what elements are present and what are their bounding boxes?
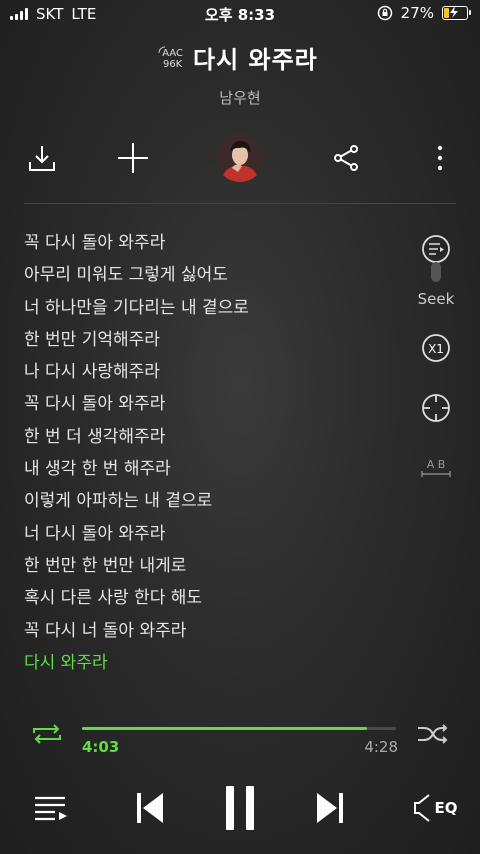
eq-icon xyxy=(413,794,430,822)
ab-repeat-icon: A B xyxy=(421,458,451,477)
ab-label: A B xyxy=(427,458,446,471)
playback-speed-icon: X1 xyxy=(422,334,450,362)
speed-button[interactable]: X1 xyxy=(412,332,460,368)
eq-label: EQ xyxy=(434,799,458,817)
stream-quality-icon xyxy=(158,46,166,53)
seek-label: Seek xyxy=(417,290,455,308)
lyric-line[interactable]: 한 번 더 생각해주라 xyxy=(24,424,404,456)
next-button[interactable] xyxy=(312,780,348,836)
album-art-button[interactable] xyxy=(216,130,264,186)
song-title: 다시 와주라 xyxy=(193,46,318,74)
action-row xyxy=(0,130,480,186)
battery-charging-icon xyxy=(442,6,471,20)
lyric-line[interactable]: 한 번만 한 번만 내게로 xyxy=(24,553,404,585)
pause-icon xyxy=(226,786,254,830)
lyric-line[interactable]: 꼭 다시 너 돌아 와주라 xyxy=(24,618,404,650)
download-icon xyxy=(29,146,55,171)
playlist-icon xyxy=(35,796,67,821)
artist-name[interactable]: 남우현 xyxy=(0,87,480,108)
lyric-line[interactable]: 너 하나만을 기다리는 내 곁으로 xyxy=(24,295,404,327)
lyrics-seek-icon xyxy=(422,235,450,282)
share-icon xyxy=(334,145,358,171)
next-icon xyxy=(317,793,343,823)
orientation-lock-icon xyxy=(377,5,392,21)
progress-bar[interactable] xyxy=(82,727,396,730)
eq-button[interactable]: EQ xyxy=(410,780,460,836)
lyric-line[interactable]: 나 다시 사랑해주라 xyxy=(24,359,404,391)
previous-icon xyxy=(137,793,163,823)
status-right: 27% xyxy=(377,4,471,22)
status-bar: SKT LTE 오후 8:33 27% xyxy=(0,0,480,28)
album-art xyxy=(216,134,264,182)
quality-bitrate: 96K xyxy=(162,58,183,70)
lyric-line[interactable]: 이렇게 아파하는 내 곁으로 xyxy=(24,488,404,520)
repeat-icon[interactable] xyxy=(30,723,64,745)
pause-button[interactable] xyxy=(222,780,258,836)
lyrics-panel[interactable]: 꼭 다시 돌아 와주라 아무리 미워도 그렇게 싫어도 너 하나만을 기다리는 내 … xyxy=(24,230,404,682)
current-time: 4:03 xyxy=(82,738,120,756)
speed-label: X1 xyxy=(428,342,444,356)
lyric-line[interactable]: 내 생각 한 번 해주라 xyxy=(24,456,404,488)
lyric-line[interactable]: 혹시 다른 사랑 한다 해도 xyxy=(24,585,404,617)
lyric-line[interactable]: 한 번만 기억해주라 xyxy=(24,327,404,359)
share-button[interactable] xyxy=(330,130,362,186)
total-time: 4:28 xyxy=(364,738,398,756)
now-playing-header: AAC 96K 다시 와주라 남우현 xyxy=(0,40,480,108)
more-icon xyxy=(437,145,443,171)
battery-percent: 27% xyxy=(400,4,434,22)
ab-repeat-button[interactable]: A B xyxy=(412,456,460,482)
crosshair-icon xyxy=(422,394,450,422)
locate-current-lyric-button[interactable] xyxy=(412,392,460,428)
playback-controls: EQ xyxy=(0,780,480,836)
progress-fill xyxy=(82,727,367,730)
audio-quality-badge: AAC 96K xyxy=(158,46,183,70)
download-button[interactable] xyxy=(22,130,62,186)
previous-button[interactable] xyxy=(132,780,168,836)
more-options-button[interactable] xyxy=(428,130,452,186)
lyric-line[interactable]: 너 다시 돌아 와주라 xyxy=(24,521,404,553)
lyric-line[interactable]: 아무리 미워도 그렇게 싫어도 xyxy=(24,262,404,294)
progress-area: 4:03 4:28 xyxy=(0,720,480,770)
lyric-line[interactable]: 꼭 다시 돌아 와주라 xyxy=(24,230,404,262)
divider xyxy=(24,203,456,204)
seek-toggle[interactable]: Seek xyxy=(412,234,460,308)
shuffle-icon[interactable] xyxy=(416,723,450,745)
playlist-button[interactable] xyxy=(30,780,70,836)
lyric-line[interactable]: 꼭 다시 돌아 와주라 xyxy=(24,391,404,423)
add-button[interactable] xyxy=(114,130,152,186)
add-icon xyxy=(118,143,148,173)
lyric-line-current[interactable]: 다시 와주라 xyxy=(24,650,404,682)
